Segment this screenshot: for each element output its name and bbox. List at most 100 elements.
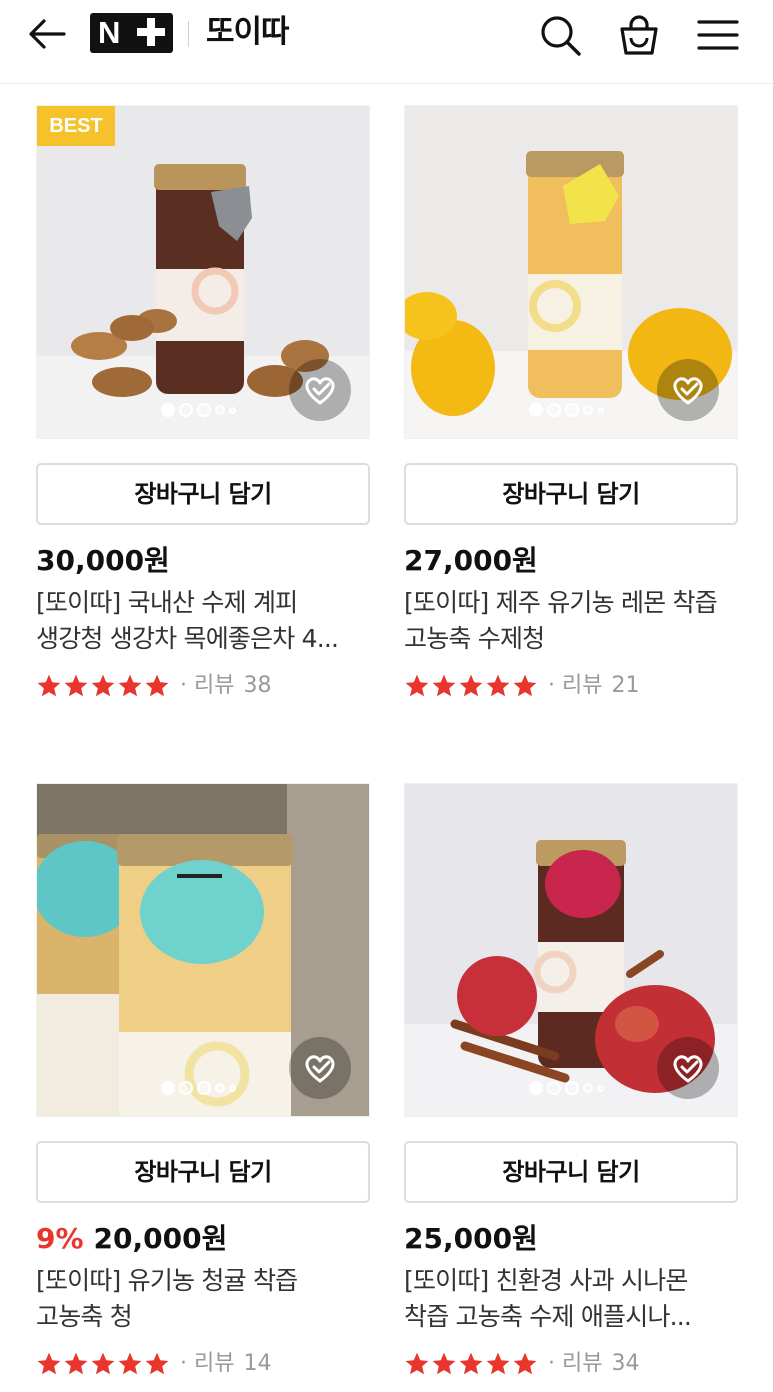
wishlist-heart-button[interactable] [657, 1037, 719, 1099]
review-link[interactable]: · 리뷰 38 [180, 671, 271, 701]
pager-dot[interactable] [583, 1083, 593, 1093]
add-to-cart-button[interactable]: 장바구니 담기 [36, 1141, 370, 1203]
pager-dot[interactable] [529, 403, 543, 417]
pager-dot[interactable] [597, 1084, 604, 1092]
pager-dot[interactable] [597, 406, 604, 414]
pager-dot[interactable] [215, 1083, 225, 1093]
price-row: 27,000원 [404, 541, 538, 581]
add-to-cart-button[interactable]: 장바구니 담기 [36, 463, 370, 525]
price-row: 9% 20,000원 [36, 1219, 227, 1259]
review-count: 34 [611, 1351, 640, 1376]
star-icon [145, 1352, 169, 1375]
star-icon [91, 674, 115, 697]
wishlist-heart-button[interactable] [289, 1037, 351, 1099]
star-icon [64, 1352, 88, 1375]
star-rating [36, 673, 170, 699]
menu-icon[interactable] [695, 12, 741, 58]
rating-row: · 리뷰 34 [404, 1349, 639, 1379]
pager-dot[interactable] [229, 406, 236, 414]
back-arrow-icon[interactable] [26, 14, 70, 54]
plus-icon [134, 15, 168, 49]
pager-dot[interactable] [179, 1081, 193, 1095]
review-link[interactable]: · 리뷰 34 [548, 1349, 639, 1379]
star-icon [64, 674, 88, 697]
heart-check-icon [305, 377, 335, 405]
product-title[interactable]: [또이따] 제주 유기농 레몬 착즙 고농축 수제청 [404, 585, 738, 657]
review-count: 21 [611, 673, 640, 698]
star-icon [145, 674, 169, 697]
pager-dot[interactable] [161, 403, 175, 417]
logo-letter: N [98, 15, 121, 50]
review-count: 14 [243, 1351, 272, 1376]
review-label: · 리뷰 [180, 1351, 235, 1376]
product-price: 20,000원 [93, 1222, 228, 1255]
product-title[interactable]: [또이따] 친환경 사과 시나몬 착즙 고농축 수제 애플시나... [404, 1263, 738, 1335]
star-icon [405, 1352, 429, 1375]
add-to-cart-button[interactable]: 장바구니 담기 [404, 1141, 738, 1203]
pager-dot[interactable] [565, 1081, 579, 1095]
star-rating [404, 673, 538, 699]
product-price: 27,000원 [404, 544, 538, 577]
star-icon [37, 674, 61, 697]
star-icon [37, 1352, 61, 1375]
star-icon [118, 674, 142, 697]
star-icon [486, 1352, 510, 1375]
star-icon [459, 1352, 483, 1375]
shopping-bag-icon[interactable] [616, 12, 662, 58]
wishlist-heart-button[interactable] [289, 359, 351, 421]
product-image[interactable] [404, 783, 738, 1117]
star-icon [459, 674, 483, 697]
header-divider [188, 21, 189, 47]
pager-dot[interactable] [197, 1081, 211, 1095]
review-label: · 리뷰 [548, 673, 603, 698]
image-pager-dots[interactable] [529, 402, 604, 418]
product-image[interactable]: BEST [36, 105, 370, 439]
review-link[interactable]: · 리뷰 14 [180, 1349, 271, 1379]
product-price: 30,000원 [36, 544, 170, 577]
store-name[interactable]: 또이따 [206, 12, 290, 52]
price-row: 30,000원 [36, 541, 170, 581]
pager-dot[interactable] [547, 403, 561, 417]
review-label: · 리뷰 [180, 673, 235, 698]
product-title[interactable]: [또이따] 국내산 수제 계피 생강청 생강차 목에좋은차 4... [36, 585, 370, 657]
price-row: 25,000원 [404, 1219, 538, 1259]
rating-row: · 리뷰 14 [36, 1349, 271, 1379]
review-link[interactable]: · 리뷰 21 [548, 671, 639, 701]
star-icon [513, 1352, 537, 1375]
pager-dot[interactable] [547, 1081, 561, 1095]
star-icon [432, 1352, 456, 1375]
search-icon[interactable] [537, 12, 583, 58]
wishlist-heart-button[interactable] [657, 359, 719, 421]
pager-dot[interactable] [229, 1084, 236, 1092]
pager-dot[interactable] [565, 403, 579, 417]
top-header: N 또이따 [0, 0, 773, 84]
product-image[interactable] [36, 783, 370, 1117]
pager-dot[interactable] [529, 1081, 543, 1095]
pager-dot[interactable] [583, 405, 593, 415]
image-pager-dots[interactable] [161, 1080, 236, 1096]
star-icon [513, 674, 537, 697]
image-pager-dots[interactable] [161, 402, 236, 418]
product-title[interactable]: [또이따] 유기농 청귤 착즙 고농축 청 [36, 1263, 370, 1335]
heart-check-icon [305, 1055, 335, 1083]
star-rating [36, 1351, 170, 1377]
add-to-cart-button[interactable]: 장바구니 담기 [404, 463, 738, 525]
pager-dot[interactable] [215, 405, 225, 415]
pager-dot[interactable] [161, 1081, 175, 1095]
heart-check-icon [673, 377, 703, 405]
discount-rate: 9% [36, 1222, 84, 1255]
pager-dot[interactable] [179, 403, 193, 417]
review-count: 38 [243, 673, 272, 698]
star-icon [91, 1352, 115, 1375]
naver-plus-logo[interactable]: N [90, 13, 173, 53]
image-pager-dots[interactable] [529, 1080, 604, 1096]
review-label: · 리뷰 [548, 1351, 603, 1376]
best-badge: BEST [37, 106, 115, 146]
rating-row: · 리뷰 21 [404, 671, 639, 701]
star-icon [118, 1352, 142, 1375]
rating-row: · 리뷰 38 [36, 671, 271, 701]
product-image[interactable] [404, 105, 738, 439]
star-rating [404, 1351, 538, 1377]
star-icon [432, 674, 456, 697]
pager-dot[interactable] [197, 403, 211, 417]
